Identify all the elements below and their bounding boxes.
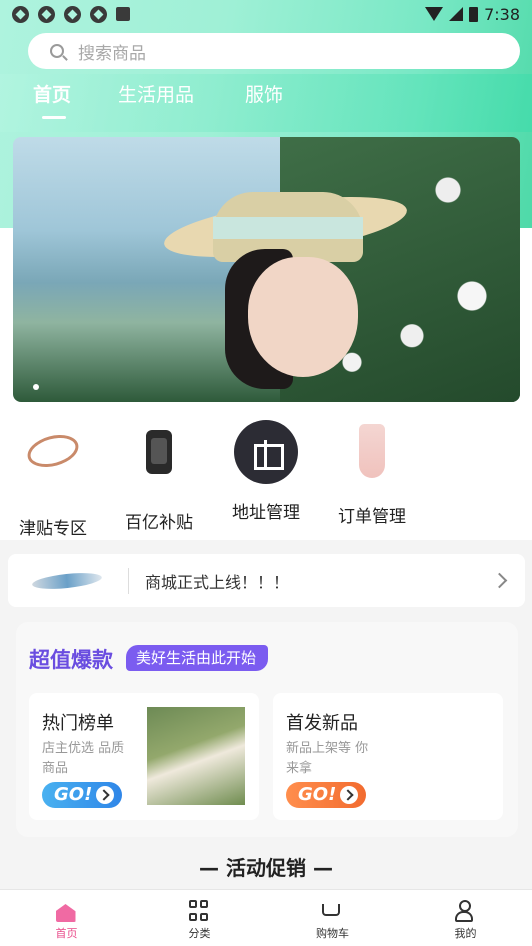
category-billion-subsidy[interactable]: 百亿补贴 xyxy=(106,420,212,533)
tab-home[interactable]: 首页 xyxy=(33,80,71,107)
chevron-right-icon xyxy=(491,572,508,589)
status-bar: 7:38 xyxy=(0,0,532,28)
category-order-management[interactable]: 订单管理 xyxy=(319,420,425,527)
tabbar-label: 首页 xyxy=(55,927,78,940)
signal-icon xyxy=(449,7,464,21)
tabbar-label: 购物车 xyxy=(316,927,349,940)
active-tab-indicator xyxy=(42,116,66,119)
tabbar-profile[interactable]: 我的 xyxy=(399,890,532,946)
arrow-right-icon xyxy=(340,786,358,804)
hot-list-card[interactable]: 热门榜单 店主优选 品质商品 GO! xyxy=(29,693,259,820)
category-grid: 津贴专区 百亿补贴 地址管理 订单管理 xyxy=(0,420,532,539)
app-notification-icon xyxy=(90,5,107,23)
category-label: 百亿补贴 xyxy=(125,513,193,533)
search-input[interactable]: 搜索商品 xyxy=(28,33,520,69)
announcement-bar[interactable]: 商城正式上线！！！ xyxy=(8,554,525,607)
card-subtitle: 新品上架等 你来拿 xyxy=(286,741,369,776)
top-tabs: 首页 生活用品 服饰 xyxy=(0,74,532,132)
banner-carousel[interactable] xyxy=(13,137,520,402)
promo-section: 超值爆款 美好生活由此开始 热门榜单 店主优选 品质商品 GO! 首发新品 新品… xyxy=(16,622,518,837)
smart-band-icon xyxy=(127,430,191,494)
go-button[interactable]: GO! xyxy=(42,782,122,808)
card-title: 首发新品 xyxy=(286,713,358,734)
tabbar-category[interactable]: 分类 xyxy=(133,890,266,946)
keyboard-icon xyxy=(116,7,130,21)
announcement-text: 商城正式上线！！！ xyxy=(145,572,290,592)
card-subtitle: 店主优选 品质商品 xyxy=(42,741,125,776)
promo-tag: 美好生活由此开始 xyxy=(126,645,269,671)
section-title: — 活动促销 — xyxy=(199,856,333,880)
gift-icon xyxy=(234,420,298,484)
dress-icon xyxy=(340,424,404,488)
cart-icon xyxy=(321,904,340,916)
tabbar-label: 我的 xyxy=(454,927,477,940)
tabbar-label: 分类 xyxy=(188,927,211,940)
search-placeholder: 搜索商品 xyxy=(78,43,146,64)
search-icon xyxy=(50,44,64,58)
carousel-indicator xyxy=(33,384,39,390)
airplane-icon xyxy=(31,569,103,592)
status-time: 7:38 xyxy=(484,4,520,24)
category-label: 地址管理 xyxy=(232,503,300,523)
app-notification-icon xyxy=(12,5,29,23)
category-address-management[interactable]: 地址管理 xyxy=(213,420,319,523)
tab-daily-goods[interactable]: 生活用品 xyxy=(118,80,194,107)
card-title: 热门榜单 xyxy=(42,713,114,734)
category-label: 订单管理 xyxy=(338,507,406,527)
tabbar-home[interactable]: 首页 xyxy=(0,890,133,946)
category-subsidy-zone[interactable]: 津贴专区 xyxy=(0,420,106,539)
go-button[interactable]: GO! xyxy=(286,782,366,808)
battery-icon xyxy=(469,6,479,22)
new-arrivals-card[interactable]: 首发新品 新品上架等 你来拿 GO! xyxy=(273,693,503,820)
promo-title: 超值爆款 xyxy=(29,648,113,672)
app-notification-icon xyxy=(38,5,55,23)
bracelet-icon xyxy=(21,429,85,500)
home-icon xyxy=(55,904,76,922)
grid-icon xyxy=(188,900,211,922)
user-icon xyxy=(454,900,473,922)
arrow-right-icon xyxy=(96,786,114,804)
tab-apparel[interactable]: 服饰 xyxy=(245,80,283,107)
tabbar-cart[interactable]: 购物车 xyxy=(266,890,399,946)
app-notification-icon xyxy=(64,5,81,23)
wifi-icon xyxy=(425,7,444,21)
category-label: 津贴专区 xyxy=(19,519,87,539)
product-image xyxy=(147,707,245,805)
bottom-tab-bar: 首页 分类 购物车 我的 xyxy=(0,889,532,946)
